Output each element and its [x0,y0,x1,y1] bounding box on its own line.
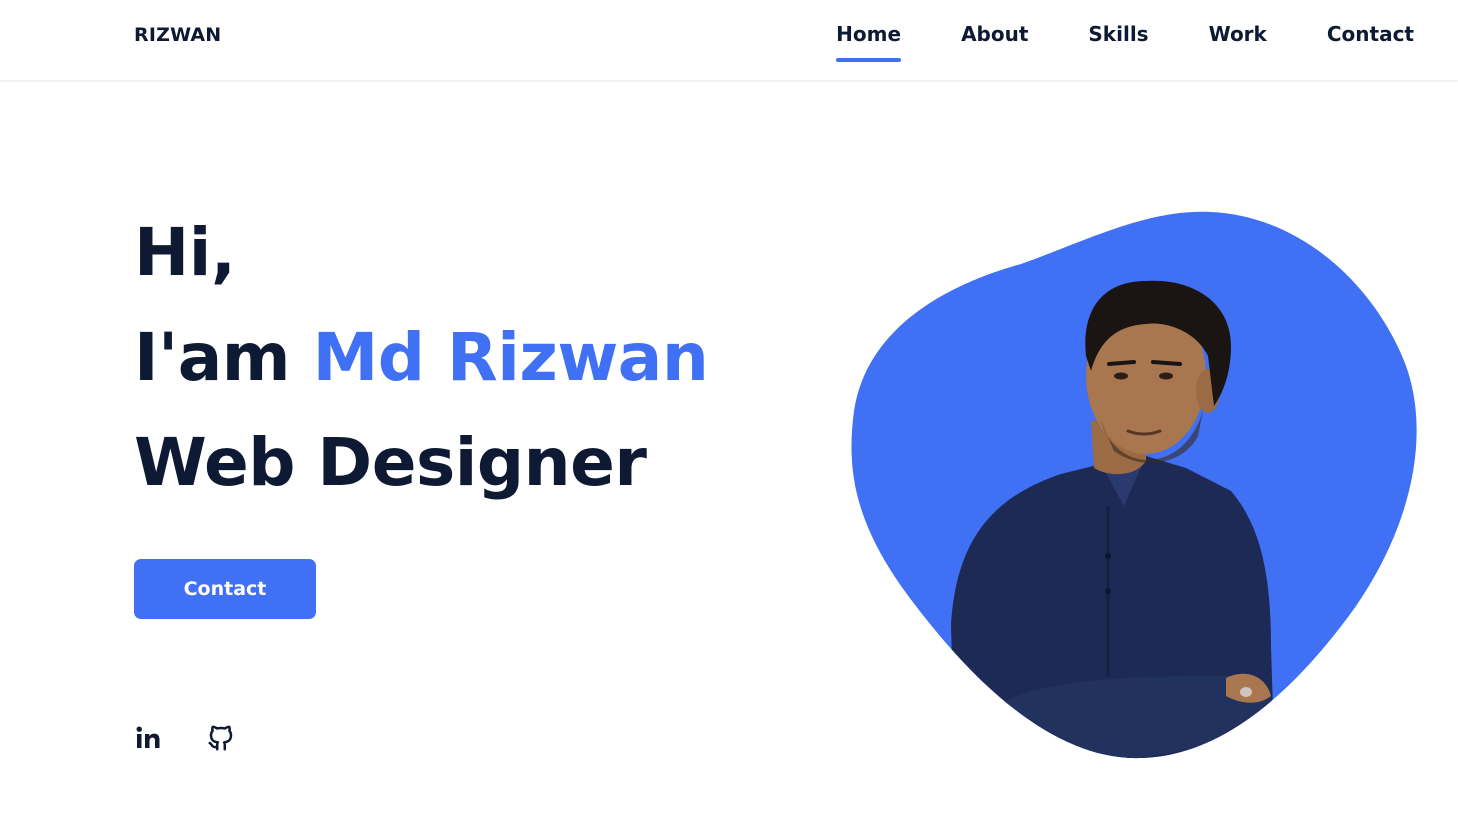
portrait-blob [851,211,1417,759]
nav-work[interactable]: Work [1209,22,1267,62]
hero-role: Web Designer [134,424,647,501]
hero-portrait [846,206,1418,766]
hero-heading: Hi, I'am Md Rizwan Web Designer [134,200,709,515]
site-logo[interactable]: RIZWAN [134,24,221,46]
nav-home[interactable]: Home [836,22,901,62]
hero-intro: I'am Md Rizwan [134,305,709,410]
nav-about[interactable]: About [961,22,1028,62]
nav-skills[interactable]: Skills [1088,22,1148,62]
linkedin-icon[interactable] [134,723,164,753]
nav-contact[interactable]: Contact [1327,22,1414,62]
social-links [134,723,236,753]
github-icon[interactable] [206,723,236,753]
site-header: RIZWAN Home About Skills Work Contact [0,0,1458,81]
hero-intro-prefix: I'am [134,319,313,396]
main-nav: Home About Skills Work Contact [836,22,1414,62]
hero-greeting: Hi, [134,214,236,291]
contact-button[interactable]: Contact [134,559,316,619]
hero-name: Md Rizwan [312,319,709,396]
